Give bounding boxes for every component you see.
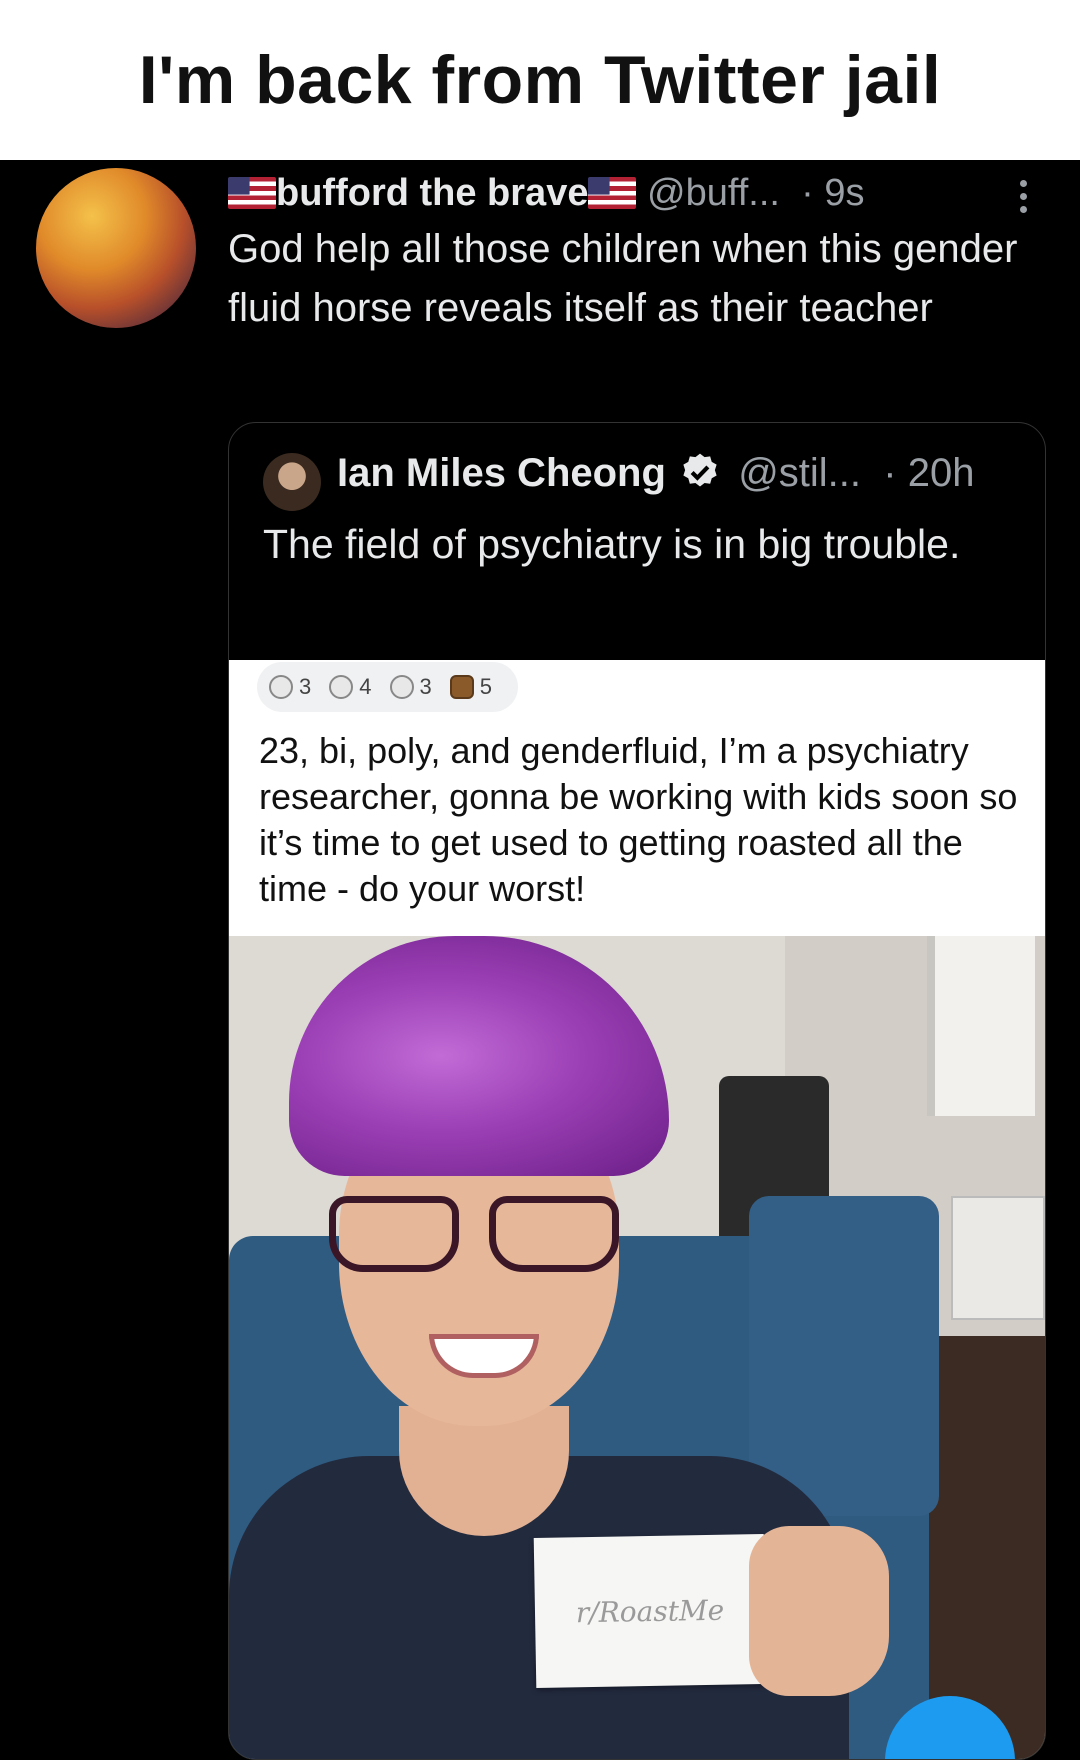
- tweet-text: God help all those children when this ge…: [228, 227, 1018, 330]
- more-vertical-icon[interactable]: [1016, 180, 1030, 220]
- tweet-header: bufford the brave @buff... · 9s: [228, 172, 1048, 218]
- quoted-media[interactable]: 3 4 3 5 23, bi, poly, and genderfluid, I…: [229, 660, 1045, 1759]
- meme-header: I'm back from Twitter jail: [0, 0, 1080, 160]
- quoted-tweet-timestamp[interactable]: 20h: [908, 451, 975, 495]
- separator-dot: ·: [883, 451, 897, 495]
- display-name[interactable]: bufford the brave: [276, 172, 588, 214]
- quoted-display-name[interactable]: Ian Miles Cheong: [337, 451, 666, 495]
- sign-text: r/RoastMe: [575, 1593, 725, 1629]
- quoted-tweet-text: The field of psychiatry is in big troubl…: [263, 521, 961, 567]
- awards-bar: 3 4 3 5: [257, 662, 518, 712]
- quoted-tweet[interactable]: Ian Miles Cheong @stil... · 20h The fiel…: [228, 422, 1046, 1760]
- purple-hair: [289, 936, 669, 1176]
- award-icon: [389, 675, 414, 699]
- user-handle[interactable]: @buff...: [647, 172, 780, 214]
- embedded-reddit-post: 3 4 3 5 23, bi, poly, and genderfluid, I…: [229, 660, 1045, 936]
- meme-title: I'm back from Twitter jail: [138, 42, 942, 118]
- air-conditioner: [951, 1196, 1045, 1320]
- user-avatar[interactable]: [36, 168, 196, 328]
- quoted-user-handle[interactable]: @stil...: [738, 451, 861, 495]
- award-count: 4: [359, 674, 372, 699]
- window: [927, 936, 1035, 1116]
- sofa-arm: [749, 1196, 939, 1516]
- tweet[interactable]: bufford the brave @buff... · 9s God help…: [0, 160, 1080, 1760]
- us-flag-icon: [588, 177, 637, 209]
- tweet-timestamp[interactable]: 9s: [824, 172, 864, 214]
- glasses: [329, 1196, 629, 1276]
- embedded-post-text: 23, bi, poly, and genderfluid, I’m a psy…: [259, 730, 1018, 909]
- roastme-sign: r/RoastMe: [533, 1534, 767, 1688]
- separator-dot: ·: [801, 172, 814, 214]
- award-icon: [449, 675, 474, 699]
- selfie-photo: r/RoastMe: [229, 936, 1045, 1759]
- award-icon: [329, 675, 354, 699]
- quoted-tweet-header: Ian Miles Cheong @stil... · 20h: [337, 451, 974, 507]
- award-count: 5: [479, 674, 492, 699]
- award-icon: [269, 675, 293, 699]
- award-count: 3: [419, 674, 432, 699]
- quoted-user-avatar[interactable]: [263, 453, 321, 511]
- us-flag-icon: [228, 177, 276, 209]
- award-count: 3: [299, 674, 312, 699]
- verified-badge-icon: [683, 453, 717, 487]
- hand: [749, 1526, 889, 1696]
